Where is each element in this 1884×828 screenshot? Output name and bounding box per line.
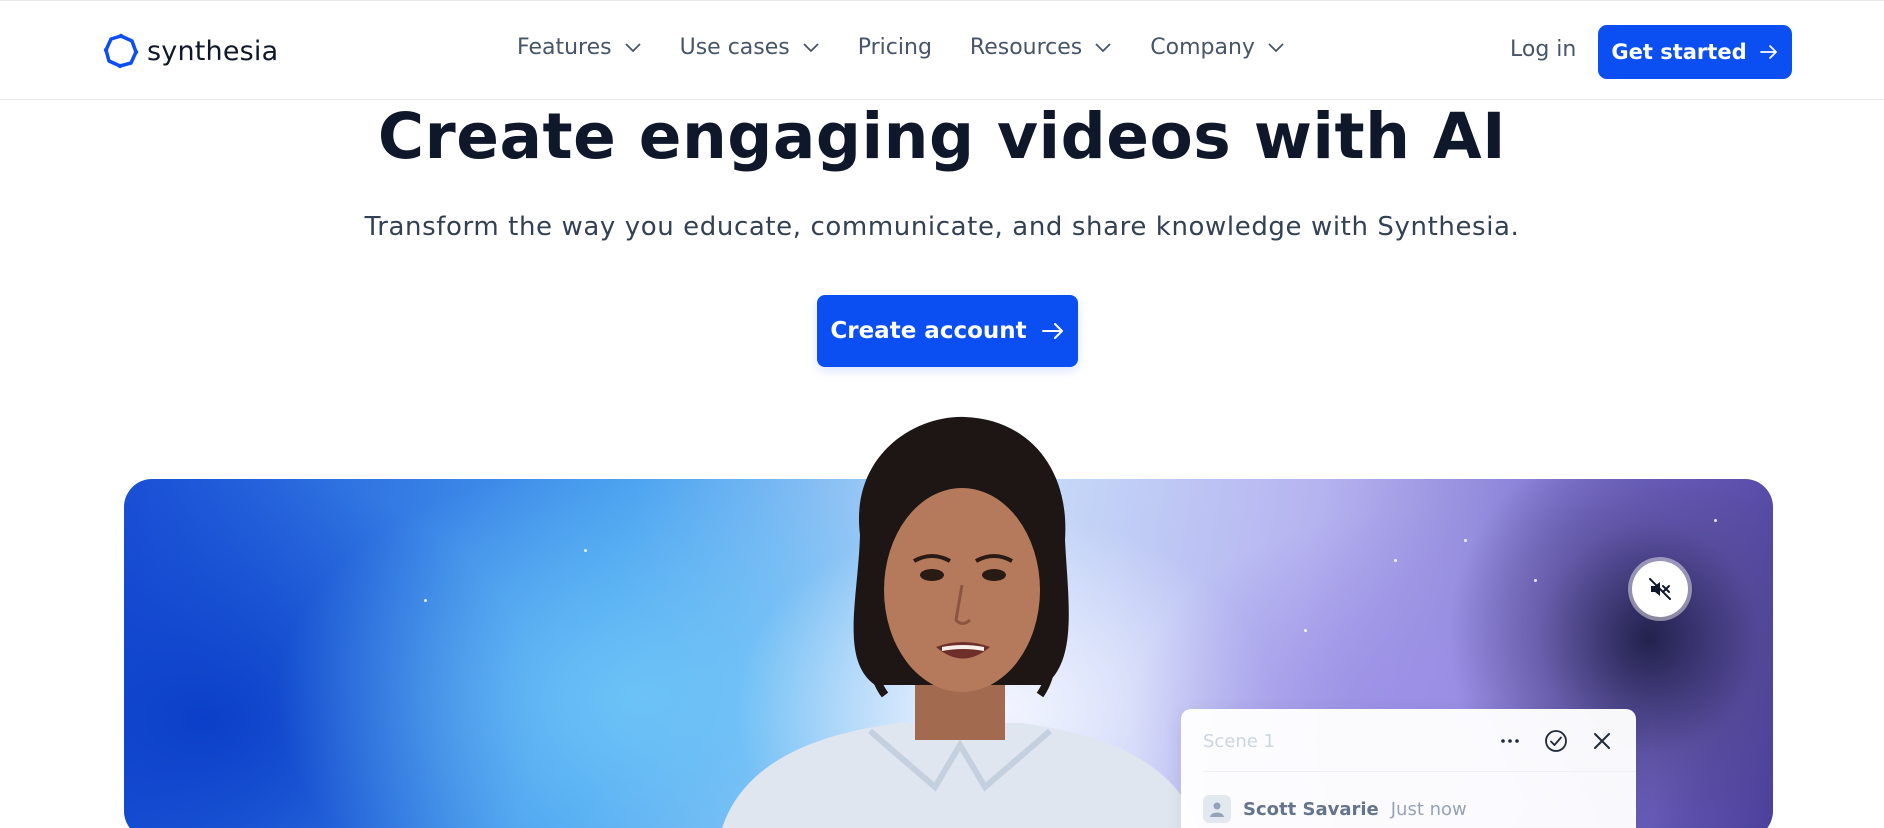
chevron-down-icon [803, 42, 819, 52]
nav-item-label: Resources [969, 35, 1083, 60]
synthesia-logo[interactable]: synthesia [103, 33, 278, 69]
hero-subtitle: Transform the way you educate, communica… [364, 212, 1520, 242]
login-link[interactable]: Log in [1510, 37, 1576, 62]
space-speckle [424, 599, 427, 602]
arrow-right-icon [1759, 45, 1777, 59]
nav-item-features[interactable]: Features [517, 35, 642, 60]
nav-item-label: Features [517, 35, 612, 60]
commenter-avatar [1203, 795, 1231, 823]
top-navigation-bar: synthesia Features Use cases Pricing Res… [0, 0, 1884, 100]
check-circle-icon[interactable] [1544, 729, 1568, 753]
nav-item-resources[interactable]: Resources [970, 35, 1112, 60]
chevron-down-icon [1268, 42, 1284, 52]
chevron-down-icon [1095, 42, 1111, 52]
nav-item-label: Pricing [857, 35, 932, 60]
nav-item-use-cases[interactable]: Use cases [680, 35, 820, 60]
create-account-button[interactable]: Create account [817, 295, 1078, 367]
space-speckle [1304, 629, 1307, 632]
arrow-right-icon [1041, 323, 1063, 339]
close-icon[interactable] [1590, 729, 1614, 753]
nav-item-label: Company [1150, 35, 1255, 60]
get-started-label: Get started [1611, 40, 1747, 64]
comment-row: Scott Savarie Just now [1203, 795, 1467, 823]
nav-item-company[interactable]: Company [1150, 35, 1285, 60]
ai-presenter-avatar [722, 416, 1198, 828]
space-speckle [1464, 539, 1467, 542]
scene-card-actions [1498, 729, 1614, 753]
synthesia-logo-icon [103, 33, 139, 69]
speaker-muted-icon [1649, 578, 1671, 600]
main-nav: Features Use cases Pricing Resources Com… [517, 35, 1285, 60]
space-speckle [1534, 579, 1537, 582]
space-speckle [584, 549, 587, 552]
divider [1203, 771, 1636, 772]
comment-author: Scott Savarie [1243, 798, 1379, 820]
hero-title: Create engaging videos with AI [377, 100, 1507, 173]
scene-title: Scene 1 [1203, 731, 1276, 752]
space-speckle [1394, 559, 1397, 562]
create-account-label: Create account [830, 318, 1027, 344]
comment-timestamp: Just now [1390, 798, 1467, 820]
more-options-icon[interactable] [1498, 729, 1522, 753]
scene-comment-card: Scene 1 Scott Savarie Just now [1181, 709, 1636, 828]
space-speckle [1714, 519, 1717, 522]
nav-item-label: Use cases [679, 35, 790, 60]
get-started-button[interactable]: Get started [1598, 25, 1792, 79]
user-icon [1210, 802, 1224, 817]
brand-name: synthesia [147, 35, 279, 67]
nav-item-pricing[interactable]: Pricing [858, 35, 932, 60]
mute-toggle-button[interactable] [1632, 561, 1688, 617]
chevron-down-icon [624, 42, 641, 52]
